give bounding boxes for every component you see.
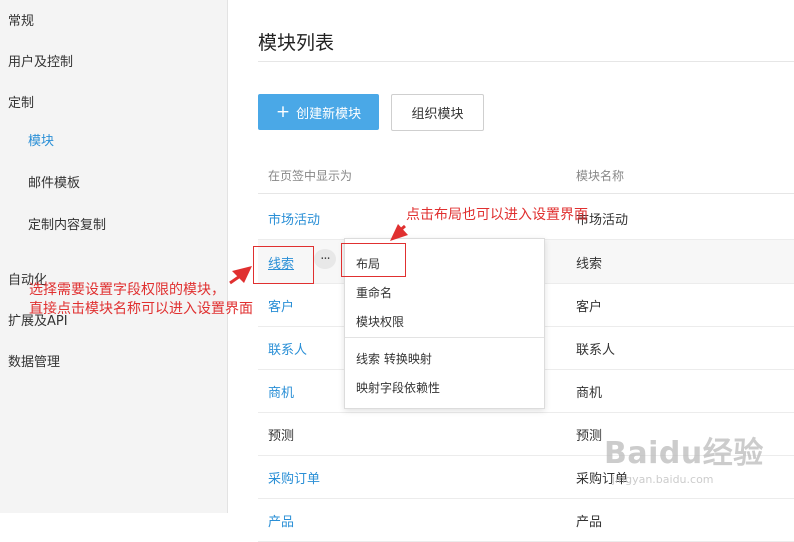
module-link[interactable]: 产品 — [268, 511, 294, 530]
watermark-url: jingyan.baidu.com — [612, 473, 714, 486]
watermark: Baidu经验 jingyan.baidu.com — [604, 428, 764, 486]
watermark-logo: Baidu经验 — [604, 436, 764, 471]
annotation-select-line1: 选择需要设置字段权限的模块， — [29, 282, 225, 298]
module-name: 产品 — [576, 515, 603, 530]
annotation-layout: 点击布局也可以进入设置界面 — [406, 207, 588, 223]
annotation-select-line2: 直接点击模块名称可以进入设置界面 — [29, 301, 253, 317]
